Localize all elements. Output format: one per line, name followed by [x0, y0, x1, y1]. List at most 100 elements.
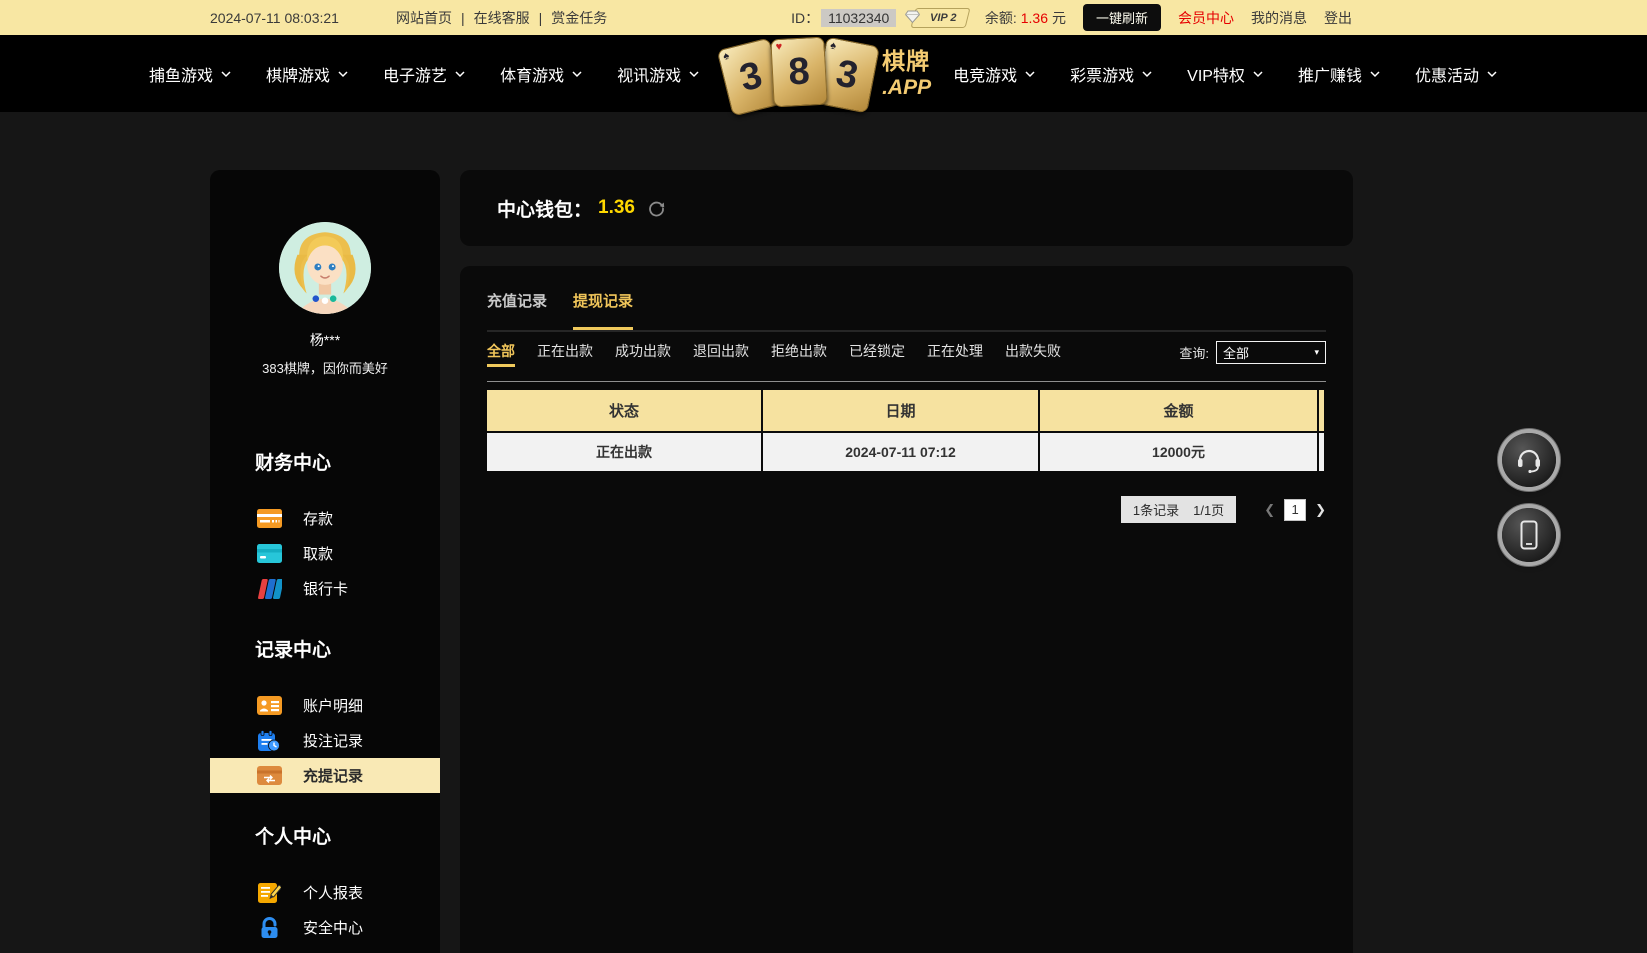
personal-report-icon: [256, 882, 282, 904]
chevron-down-icon: [1369, 70, 1381, 78]
filter-failed[interactable]: 出款失败: [1005, 341, 1061, 361]
logo-cards: ♠ 3 ♥ 8 ♠ 3: [722, 37, 874, 111]
page-number-button[interactable]: 1: [1284, 499, 1306, 521]
logo-card: ♥ 8: [770, 36, 827, 107]
record-count: 1条记录: [1133, 500, 1179, 519]
home-link[interactable]: 网站首页: [396, 8, 452, 28]
record-items: 账户明细 投注记录 充提记录: [210, 688, 440, 793]
bank-cards-icon: [256, 578, 282, 600]
nav-item-label: VIP特权: [1187, 62, 1245, 86]
sidebar-item-label: 取款: [303, 543, 333, 564]
query-select[interactable]: 全部 ▾: [1216, 341, 1326, 364]
logo-text: 棋牌 .APP: [882, 50, 931, 98]
spade-icon: ♠: [829, 40, 837, 52]
status-filter-bar: 全部 正在出款 成功出款 退回出款 拒绝出款 已经锁定 正在处理 出款失败 查询…: [487, 341, 1326, 382]
sidebar-item-personal-report[interactable]: 个人报表: [210, 875, 440, 910]
logout-link[interactable]: 登出: [1324, 8, 1352, 28]
section-title-records: 记录中心: [255, 635, 440, 662]
nav-item-promotions[interactable]: 优惠活动: [1415, 62, 1498, 86]
cell-date: 2024-07-11 07:12: [763, 433, 1040, 471]
sidebar-item-account-details[interactable]: 账户明细: [210, 688, 440, 723]
column-header-amount: 金额: [1040, 390, 1319, 431]
balance: 余额: 1.36 元: [985, 8, 1066, 28]
nav-item-label: 推广赚钱: [1298, 62, 1362, 86]
query-selected-value: 全部: [1223, 343, 1249, 362]
logo-text-top: 棋牌: [882, 50, 931, 73]
select-caret-icon: ▾: [1314, 347, 1319, 358]
filter-all[interactable]: 全部: [487, 341, 515, 361]
top-links: 网站首页 | 在线客服 | 赏金任务: [396, 8, 607, 28]
member-center-link[interactable]: 会员中心: [1178, 8, 1234, 28]
pagination: 1条记录 1/1页 ❮ 1 ❯: [487, 496, 1326, 523]
one-key-refresh-button[interactable]: 一键刷新: [1083, 4, 1161, 31]
nav-item-label: 棋牌游戏: [266, 62, 330, 86]
online-service-link[interactable]: 在线客服: [474, 8, 530, 28]
nav-item-esports[interactable]: 电竞游戏: [953, 62, 1036, 86]
link-separator: |: [539, 10, 543, 26]
nav-item-vip[interactable]: VIP特权: [1187, 62, 1264, 86]
sidebar-item-label: 个人报表: [303, 882, 363, 903]
nav-item-label: 彩票游戏: [1070, 62, 1134, 86]
top-right-cluster: ID： 11032340 VIP 2 余额: 1.36 元 一键刷新 会员中心 …: [791, 4, 1352, 31]
column-header-status: 状态: [487, 390, 763, 431]
nav-item-label: 捕鱼游戏: [149, 62, 213, 86]
sidebar-item-recharge-withdraw-records[interactable]: 充提记录: [210, 758, 440, 793]
nav-item-live[interactable]: 视讯游戏: [617, 62, 700, 86]
top-bar: 2024-07-11 08:03:21 网站首页 | 在线客服 | 赏金任务 I…: [0, 0, 1647, 35]
clipped-column: [1319, 390, 1324, 431]
filter-success[interactable]: 成功出款: [615, 341, 671, 361]
tab-recharge-records[interactable]: 充值记录: [487, 290, 547, 330]
chevron-down-icon: [220, 70, 232, 78]
refresh-icon[interactable]: [647, 199, 666, 218]
username: 杨***: [210, 330, 440, 350]
balance-unit: 元: [1052, 8, 1066, 28]
deposit-card-icon: [256, 508, 282, 530]
nav-item-promote[interactable]: 推广赚钱: [1298, 62, 1381, 86]
central-wallet-panel: 中心钱包： 1.36: [460, 170, 1353, 246]
records-panel: 充值记录 提现记录 全部 正在出款 成功出款 退回出款 拒绝出款 已经锁定 正在…: [460, 266, 1353, 953]
nav-item-lottery[interactable]: 彩票游戏: [1070, 62, 1153, 86]
filter-returned[interactable]: 退回出款: [693, 341, 749, 361]
chevron-down-icon: [688, 70, 700, 78]
chevron-down-icon: [571, 70, 583, 78]
nav-item-label: 电子游艺: [383, 62, 447, 86]
logo-number: 8: [788, 52, 811, 91]
chevron-down-icon: [1141, 70, 1153, 78]
member-sidebar: 杨*** 383棋牌，因你而美好 财务中心 存款 取款 银行卡: [210, 170, 440, 953]
my-messages-link[interactable]: 我的消息: [1251, 8, 1307, 28]
logo-text-bottom: .APP: [882, 77, 931, 98]
nav-item-fishing[interactable]: 捕鱼游戏: [149, 62, 232, 86]
customer-service-button[interactable]: [1502, 433, 1556, 487]
filter-rejected[interactable]: 拒绝出款: [771, 341, 827, 361]
nav-item-chess[interactable]: 棋牌游戏: [266, 62, 349, 86]
sidebar-item-bet-records[interactable]: 投注记录: [210, 723, 440, 758]
sidebar-item-label: 账户明细: [303, 695, 363, 716]
nav-item-sports[interactable]: 体育游戏: [500, 62, 583, 86]
recharge-withdraw-icon: [256, 765, 282, 787]
chevron-down-icon: [454, 70, 466, 78]
mobile-app-button[interactable]: [1502, 508, 1556, 562]
site-logo[interactable]: ♠ 3 ♥ 8 ♠ 3 棋牌 .APP: [722, 35, 931, 112]
datetime: 2024-07-11 08:03:21: [210, 10, 360, 26]
page-indicator: 1/1页: [1193, 500, 1224, 519]
filter-paying[interactable]: 正在出款: [537, 341, 593, 361]
wallet-balance-value: 1.36: [598, 197, 635, 219]
tab-withdrawal-records[interactable]: 提现记录: [573, 290, 633, 330]
sidebar-item-withdraw[interactable]: 取款: [210, 536, 440, 571]
cell-amount: 12000元: [1040, 433, 1319, 471]
nav-item-slots[interactable]: 电子游艺: [383, 62, 466, 86]
sidebar-item-security-center[interactable]: 安全中心: [210, 910, 440, 945]
sidebar-item-bank-card[interactable]: 银行卡: [210, 571, 440, 606]
bounty-task-link[interactable]: 赏金任务: [551, 8, 607, 28]
prev-page-icon[interactable]: ❮: [1264, 502, 1275, 518]
filter-processing[interactable]: 正在处理: [927, 341, 983, 361]
bet-records-icon: [256, 730, 282, 752]
filter-locked[interactable]: 已经锁定: [849, 341, 905, 361]
next-page-icon[interactable]: ❯: [1315, 502, 1326, 518]
sidebar-item-label: 投注记录: [303, 730, 363, 751]
column-header-date: 日期: [763, 390, 1040, 431]
sidebar-item-deposit[interactable]: 存款: [210, 501, 440, 536]
withdrawal-card-icon: [256, 543, 282, 565]
chevron-down-icon: [337, 70, 349, 78]
nav-item-label: 电竞游戏: [953, 62, 1017, 86]
